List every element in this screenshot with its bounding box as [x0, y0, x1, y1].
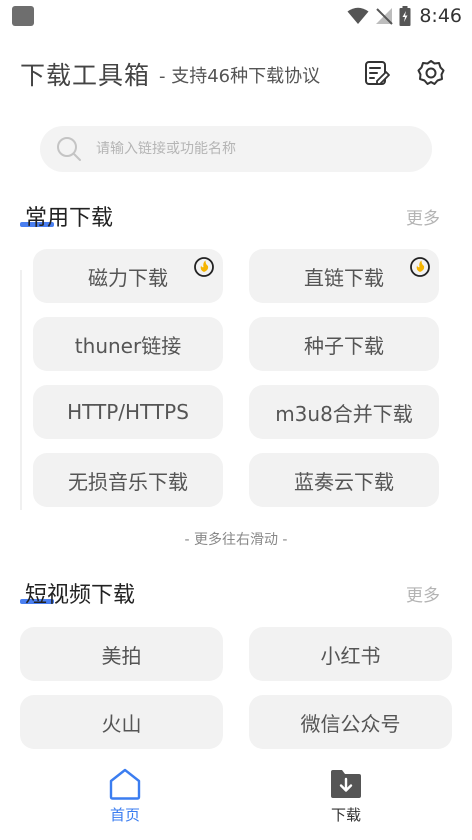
- torrent-download-button[interactable]: 种子下载: [249, 317, 439, 371]
- short-video-more-link[interactable]: 更多: [406, 581, 440, 606]
- common-section-header: 常用下载 更多: [20, 200, 440, 234]
- status-time: 8:46: [419, 5, 462, 27]
- short-video-section-header: 短视频下载 更多: [20, 577, 440, 611]
- status-icons: 8:46: [347, 4, 462, 28]
- button-label: 磁力下载: [88, 265, 168, 290]
- hot-badge-icon: [410, 257, 430, 277]
- no-signal-icon: [376, 8, 394, 25]
- nav-home-tab[interactable]: 首页: [80, 768, 170, 834]
- direct-link-download-button[interactable]: 直链下载: [249, 249, 439, 303]
- app-subtitle: - 支持46种下载协议: [159, 66, 321, 87]
- button-label: 美拍: [101, 643, 142, 668]
- section-title: 短视频下载: [25, 583, 136, 608]
- thunder-link-button[interactable]: thuner链接: [33, 317, 223, 371]
- download-folder-icon: [331, 770, 361, 798]
- button-label: 微信公众号: [300, 711, 401, 736]
- hot-badge-icon: [194, 257, 214, 277]
- search-input[interactable]: [96, 141, 396, 157]
- m3u8-merge-button[interactable]: m3u8合并下载: [249, 385, 439, 439]
- notes-edit-icon: [365, 61, 390, 85]
- section-title: 常用下载: [25, 206, 114, 231]
- button-label: 小红书: [320, 643, 381, 668]
- xiaohongshu-button[interactable]: 小红书: [249, 627, 452, 681]
- swipe-hint: - 更多往右滑动 -: [184, 532, 288, 548]
- nav-download-label: 下载: [330, 806, 361, 824]
- scroll-indicator: [20, 270, 22, 510]
- app-notification-icon: [12, 6, 34, 26]
- home-icon: [109, 768, 141, 800]
- status-bar: 8:46: [0, 0, 472, 32]
- magnet-download-button[interactable]: 磁力下载: [33, 249, 223, 303]
- battery-icon: [399, 6, 411, 26]
- button-label: 无损音乐下载: [68, 469, 188, 494]
- nav-home-label: 首页: [109, 806, 140, 824]
- search-bar[interactable]: [40, 126, 432, 172]
- lanzou-download-button[interactable]: 蓝奏云下载: [249, 453, 439, 507]
- wechat-official-button[interactable]: 微信公众号: [249, 695, 452, 749]
- button-label: 蓝奏云下载: [294, 469, 394, 494]
- wifi-icon: [347, 7, 369, 24]
- meipai-button[interactable]: 美拍: [20, 627, 223, 681]
- lossless-music-button[interactable]: 无损音乐下载: [33, 453, 223, 507]
- button-label: m3u8合并下载: [275, 401, 413, 426]
- common-more-link[interactable]: 更多: [406, 204, 440, 229]
- notes-button[interactable]: [360, 56, 394, 90]
- button-label: thuner链接: [74, 333, 182, 358]
- button-label: 火山: [101, 711, 142, 736]
- header: 下载工具箱 - 支持46种下载协议: [20, 50, 452, 94]
- bottom-nav: 首页 下载: [0, 760, 472, 840]
- http-https-button[interactable]: HTTP/HTTPS: [33, 385, 223, 439]
- app-title: 下载工具箱: [20, 61, 151, 90]
- button-label: 直链下载: [304, 265, 384, 290]
- nav-download-tab[interactable]: 下载: [301, 768, 391, 834]
- gear-icon: [417, 60, 445, 85]
- button-label: HTTP/HTTPS: [67, 400, 189, 424]
- settings-button[interactable]: [414, 56, 448, 90]
- huoshan-button[interactable]: 火山: [20, 695, 223, 749]
- search-icon: [57, 137, 81, 161]
- button-label: 种子下载: [304, 333, 384, 358]
